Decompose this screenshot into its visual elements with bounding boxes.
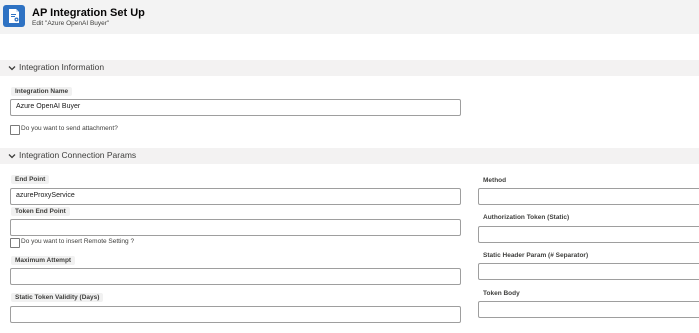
send-attachment-label: Do you want to send attachment? — [21, 125, 118, 132]
section-title: Integration Connection Params — [19, 150, 137, 160]
end-point-input[interactable]: azureProxyService — [10, 188, 461, 205]
section-title: Integration Information — [19, 62, 105, 72]
token-end-point-input[interactable] — [10, 219, 461, 236]
static-token-validity-input[interactable] — [10, 306, 461, 323]
static-token-validity-label: Static Token Validity (Days) — [11, 293, 104, 302]
remote-setting-checkbox[interactable] — [10, 238, 20, 248]
maximum-attempt-label: Maximum Attempt — [11, 256, 76, 265]
method-label: Method — [483, 177, 507, 184]
end-point-label: End Point — [11, 175, 50, 184]
authorization-token-label: Authorization Token (Static) — [483, 214, 570, 221]
method-input[interactable] — [478, 188, 699, 205]
chevron-down-icon[interactable] — [7, 63, 17, 73]
page-header: AP Integration Set Up Edit "Azure OpenAI… — [0, 0, 699, 34]
authorization-token-input[interactable] — [478, 226, 699, 243]
section-connection-params[interactable]: Integration Connection Params — [0, 148, 699, 164]
chevron-down-icon[interactable] — [7, 151, 17, 161]
section-integration-information[interactable]: Integration Information — [0, 60, 699, 76]
static-header-param-label: Static Header Param (# Separator) — [483, 252, 589, 259]
remote-setting-label: Do you want to insert Remote Setting ? — [21, 238, 135, 245]
token-end-point-label: Token End Point — [11, 207, 70, 216]
static-header-param-input[interactable] — [478, 263, 699, 280]
document-gear-icon — [9, 9, 19, 23]
integration-name-input[interactable]: Azure OpenAI Buyer — [10, 99, 461, 116]
page-title: AP Integration Set Up — [32, 7, 145, 19]
token-body-label: Token Body — [483, 290, 520, 297]
maximum-attempt-input[interactable] — [10, 268, 461, 285]
send-attachment-checkbox[interactable] — [10, 125, 20, 135]
token-body-input[interactable] — [478, 301, 699, 318]
integration-name-label: Integration Name — [11, 87, 73, 96]
app-icon — [3, 5, 25, 27]
page-subtitle: Edit "Azure OpenAI Buyer" — [32, 20, 110, 27]
